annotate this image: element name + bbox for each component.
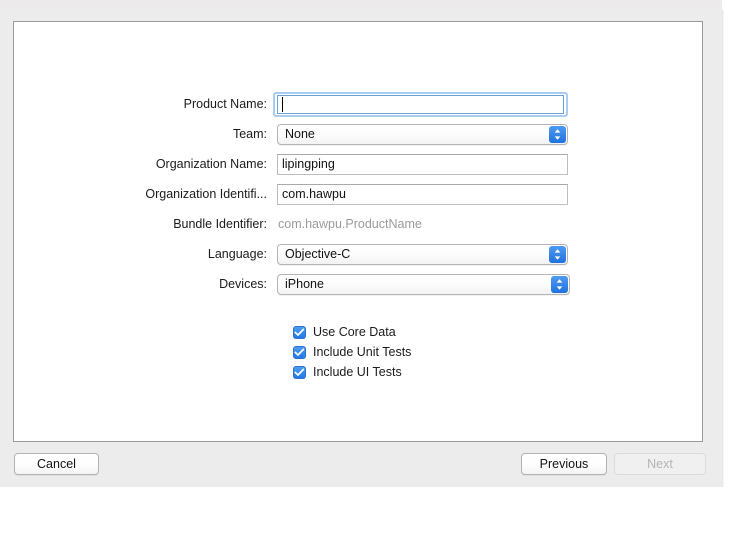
- options-checkbox-group: Use Core Data Include Unit Tests Include…: [293, 322, 411, 382]
- form-row-team: Team: None: [14, 119, 704, 149]
- form-row-organization-identifier: Organization Identifi...: [14, 179, 704, 209]
- chevron-updown-icon: [549, 245, 566, 263]
- checkmark-icon[interactable]: [293, 325, 306, 339]
- field-product-name: [273, 89, 568, 119]
- field-team: None: [273, 119, 568, 149]
- dialog-footer: Cancel Previous Next: [0, 443, 722, 487]
- checkbox-row-include-unit-tests[interactable]: Include Unit Tests: [293, 342, 411, 362]
- organization-identifier-input[interactable]: [277, 183, 568, 205]
- chevron-updown-icon: [549, 125, 566, 143]
- field-language: Objective-C: [273, 239, 568, 269]
- form-row-language: Language: Objective-C: [14, 239, 704, 269]
- field-devices: iPhone: [273, 269, 570, 299]
- label-team: Team:: [232, 127, 267, 141]
- field-organization-name: [273, 149, 568, 179]
- product-name-input[interactable]: [277, 94, 564, 114]
- cancel-button[interactable]: Cancel: [14, 453, 99, 475]
- checkbox-row-include-ui-tests[interactable]: Include UI Tests: [293, 362, 411, 382]
- field-bundle-identifier: com.hawpu.ProductName: [273, 209, 422, 239]
- dialog-content-panel: Product Name: Team: None Organization Na…: [13, 21, 703, 442]
- team-popup-button[interactable]: None: [277, 123, 568, 145]
- next-button: Next: [614, 453, 706, 475]
- screen: Product Name: Team: None Organization Na…: [0, 0, 732, 537]
- language-popup-button[interactable]: Objective-C: [277, 243, 568, 265]
- previous-button[interactable]: Previous: [521, 453, 607, 475]
- project-options-form: Product Name: Team: None Organization Na…: [14, 89, 704, 299]
- label-bundle-identifier: Bundle Identifier:: [173, 217, 267, 231]
- language-popup-value: Objective-C: [285, 247, 351, 261]
- label-product-name: Product Name:: [183, 97, 267, 111]
- field-organization-identifier: [273, 179, 568, 209]
- form-row-devices: Devices: iPhone: [14, 269, 704, 299]
- chevron-updown-icon: [551, 275, 568, 293]
- new-project-options-dialog: Product Name: Team: None Organization Na…: [0, 10, 722, 487]
- devices-popup-button[interactable]: iPhone: [277, 273, 570, 295]
- text-caret: [282, 96, 283, 112]
- team-popup-value: None: [285, 127, 315, 141]
- devices-popup-value: iPhone: [285, 277, 324, 291]
- checkbox-label-include-ui-tests: Include UI Tests: [313, 365, 402, 379]
- form-row-bundle-identifier: Bundle Identifier: com.hawpu.ProductName: [14, 209, 704, 239]
- bundle-identifier-value: com.hawpu.ProductName: [278, 217, 422, 231]
- checkmark-icon[interactable]: [293, 345, 306, 359]
- form-row-product-name: Product Name:: [14, 89, 704, 119]
- product-name-focus-ring: [273, 91, 568, 117]
- checkbox-label-include-unit-tests: Include Unit Tests: [313, 345, 412, 359]
- checkbox-row-use-core-data[interactable]: Use Core Data: [293, 322, 411, 342]
- label-organization-identifier: Organization Identifi...: [145, 187, 267, 201]
- checkmark-icon[interactable]: [293, 365, 306, 379]
- label-organization-name: Organization Name:: [155, 157, 267, 171]
- label-language: Language:: [207, 247, 267, 261]
- label-devices: Devices:: [219, 277, 267, 291]
- organization-name-input[interactable]: [277, 153, 568, 175]
- form-row-organization-name: Organization Name:: [14, 149, 704, 179]
- checkbox-label-use-core-data: Use Core Data: [313, 325, 396, 339]
